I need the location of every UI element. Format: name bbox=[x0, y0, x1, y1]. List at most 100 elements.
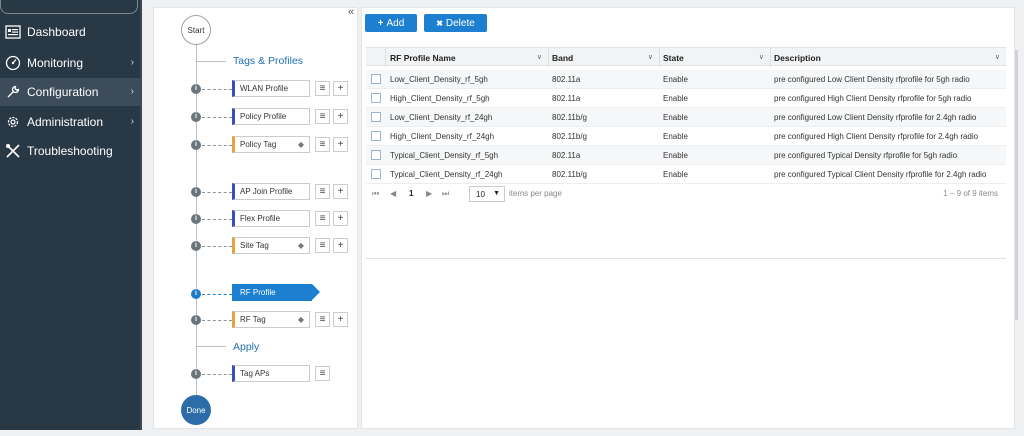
add-icon[interactable]: + bbox=[333, 312, 348, 327]
step-policy-tag[interactable]: Policy Tag ◆ bbox=[232, 136, 310, 153]
list-icon[interactable]: ≡ bbox=[315, 211, 330, 226]
cell-state: Enable bbox=[663, 93, 688, 103]
step-label: AP Join Profile bbox=[240, 187, 293, 196]
add-icon[interactable]: + bbox=[333, 81, 348, 96]
info-icon[interactable]: i bbox=[191, 112, 201, 122]
row-checkbox[interactable] bbox=[371, 150, 381, 160]
items-per-page-select[interactable]: 10 ▼ bbox=[469, 186, 505, 202]
plus-icon: + bbox=[377, 17, 384, 29]
column-label: RF Profile Name bbox=[390, 52, 456, 63]
table-row[interactable]: Typical_Client_Density_rf_24gh 802.11b/g… bbox=[366, 165, 1006, 184]
info-icon[interactable]: i bbox=[191, 140, 201, 150]
sidebar-item-administration[interactable]: Administration › bbox=[0, 108, 142, 136]
step-rf-profile[interactable]: RF Profile bbox=[232, 284, 320, 301]
add-icon[interactable]: + bbox=[333, 238, 348, 253]
column-header-band[interactable]: Band ∨ bbox=[548, 48, 659, 67]
pagination: ⏮ ◀ 1 ▶ ⏭ 10 ▼ items per page 1 – 9 of 9 … bbox=[366, 186, 1006, 204]
table-row[interactable]: High_Client_Density_rf_24gh 802.11b/g En… bbox=[366, 127, 1006, 146]
add-icon[interactable]: + bbox=[333, 137, 348, 152]
sidebar-item-troubleshooting[interactable]: Troubleshooting bbox=[0, 137, 142, 165]
step-site-tag[interactable]: Site Tag ◆ bbox=[232, 237, 310, 254]
info-icon[interactable]: i bbox=[191, 214, 201, 224]
chevron-down-icon[interactable]: ∨ bbox=[995, 53, 1000, 61]
column-header-name[interactable]: RF Profile Name ∨ bbox=[386, 48, 548, 67]
sidebar-item-configuration[interactable]: Configuration › bbox=[0, 78, 142, 106]
table-row[interactable]: Typical_Client_Density_rf_5gh 802.11a En… bbox=[366, 146, 1006, 165]
step-rf-tag[interactable]: RF Tag ◆ bbox=[232, 311, 310, 328]
sidebar-search-box[interactable] bbox=[0, 0, 138, 14]
row-checkbox[interactable] bbox=[371, 169, 381, 179]
column-label: State bbox=[663, 52, 684, 63]
section-connector bbox=[196, 346, 226, 347]
delete-button-label: Delete bbox=[445, 17, 475, 29]
delete-button[interactable]: ✖ Delete bbox=[424, 14, 487, 32]
list-icon[interactable]: ≡ bbox=[315, 312, 330, 327]
add-button[interactable]: + Add bbox=[365, 14, 417, 32]
list-icon[interactable]: ≡ bbox=[315, 238, 330, 253]
add-icon[interactable]: + bbox=[333, 109, 348, 124]
table-row[interactable]: Low_Client_Density_rf_5gh 802.11a Enable… bbox=[366, 70, 1006, 89]
page-footer-band bbox=[0, 430, 1024, 436]
table-row[interactable]: High_Client_Density_rf_5gh 802.11a Enabl… bbox=[366, 89, 1006, 108]
cell-name[interactable]: Typical_Client_Density_rf_5gh bbox=[390, 146, 498, 164]
cell-name[interactable]: High_Client_Density_rf_5gh bbox=[390, 89, 490, 107]
sidebar-item-monitoring[interactable]: Monitoring › bbox=[0, 49, 142, 77]
info-icon[interactable]: i bbox=[191, 289, 201, 299]
last-page-icon[interactable]: ⏭ bbox=[442, 189, 449, 199]
step-label: RF Tag bbox=[240, 315, 266, 324]
step-connector bbox=[202, 117, 232, 118]
first-page-icon[interactable]: ⏮ bbox=[372, 189, 379, 199]
cell-name[interactable]: Low_Client_Density_rf_24gh bbox=[390, 108, 492, 126]
workflow-done: Done bbox=[181, 395, 211, 425]
step-flex-profile[interactable]: Flex Profile bbox=[232, 210, 310, 227]
info-icon[interactable]: i bbox=[191, 84, 201, 94]
step-connector bbox=[202, 89, 232, 90]
chevron-down-icon[interactable]: ∨ bbox=[537, 53, 542, 61]
row-checkbox[interactable] bbox=[371, 131, 381, 141]
gear-icon bbox=[4, 113, 22, 131]
list-icon[interactable]: ≡ bbox=[315, 81, 330, 96]
sidebar-item-dashboard[interactable]: Dashboard bbox=[0, 18, 142, 46]
row-checkbox[interactable] bbox=[371, 93, 381, 103]
start-label: Start bbox=[187, 25, 205, 35]
step-connector bbox=[202, 192, 232, 193]
step-policy-profile[interactable]: Policy Profile bbox=[232, 108, 310, 125]
info-icon[interactable]: i bbox=[191, 369, 201, 379]
monitoring-icon bbox=[4, 54, 22, 72]
info-icon[interactable]: i bbox=[191, 241, 201, 251]
chevron-down-icon[interactable]: ∨ bbox=[759, 53, 764, 61]
step-wlan-profile[interactable]: WLAN Profile bbox=[232, 80, 310, 97]
add-icon[interactable]: + bbox=[333, 184, 348, 199]
list-icon[interactable]: ≡ bbox=[315, 109, 330, 124]
chevron-right-icon: › bbox=[130, 57, 134, 68]
sidebar-item-label: Dashboard bbox=[27, 25, 86, 39]
chevron-down-icon[interactable]: ∨ bbox=[648, 53, 653, 61]
add-icon[interactable]: + bbox=[333, 211, 348, 226]
table-row[interactable]: Low_Client_Density_rf_24gh 802.11b/g Ena… bbox=[366, 108, 1006, 127]
step-tag-aps[interactable]: Tag APs bbox=[232, 365, 310, 382]
info-icon[interactable]: i bbox=[191, 315, 201, 325]
dashboard-icon bbox=[4, 23, 22, 41]
items-per-page-label: items per page bbox=[509, 189, 562, 198]
cell-name[interactable]: Low_Client_Density_rf_5gh bbox=[390, 70, 488, 88]
scrollbar[interactable] bbox=[1015, 50, 1018, 320]
info-icon[interactable]: i bbox=[191, 187, 201, 197]
workflow-start: Start bbox=[181, 15, 211, 45]
list-icon[interactable]: ≡ bbox=[315, 366, 330, 381]
tools-icon bbox=[4, 142, 22, 160]
cell-name[interactable]: High_Client_Density_rf_24gh bbox=[390, 127, 494, 145]
column-header-state[interactable]: State ∨ bbox=[659, 48, 770, 67]
collapse-panel-icon[interactable]: « bbox=[348, 6, 354, 18]
next-page-icon[interactable]: ▶ bbox=[426, 189, 432, 198]
column-header-description[interactable]: Description ∨ bbox=[770, 48, 1006, 67]
step-ap-join-profile[interactable]: AP Join Profile bbox=[232, 183, 310, 200]
prev-page-icon[interactable]: ◀ bbox=[390, 189, 396, 198]
list-icon[interactable]: ≡ bbox=[315, 137, 330, 152]
cell-name[interactable]: Typical_Client_Density_rf_24gh bbox=[390, 165, 503, 183]
list-icon[interactable]: ≡ bbox=[315, 184, 330, 199]
cell-band: 802.11a bbox=[552, 150, 581, 160]
cell-description: pre configured Low Client Density rfprof… bbox=[774, 74, 970, 84]
row-checkbox[interactable] bbox=[371, 112, 381, 122]
current-page[interactable]: 1 bbox=[409, 189, 413, 198]
row-checkbox[interactable] bbox=[371, 74, 381, 84]
